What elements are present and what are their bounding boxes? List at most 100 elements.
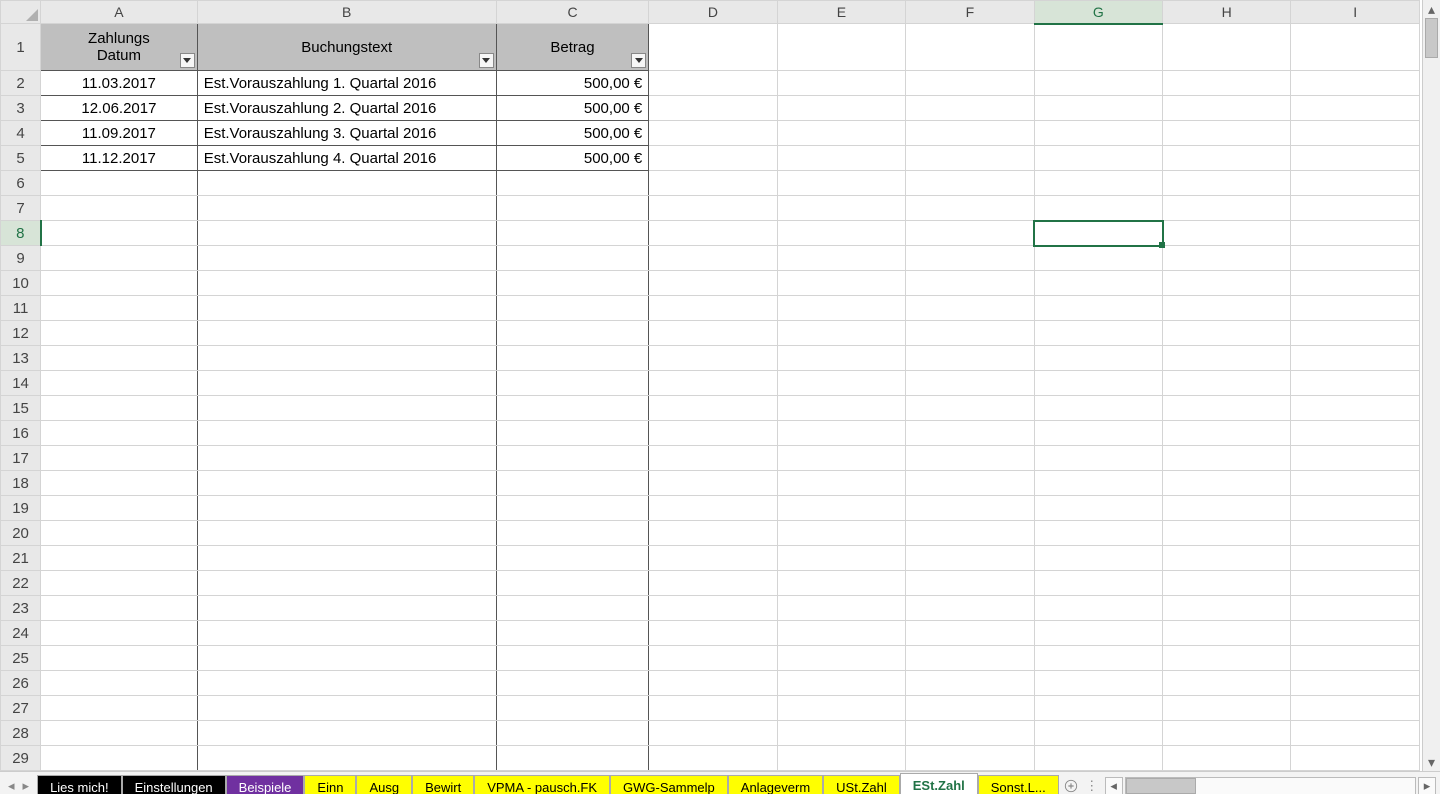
cell-H5[interactable]: [1163, 146, 1291, 171]
row-header-1[interactable]: 1: [1, 24, 41, 71]
cell-E5[interactable]: [777, 146, 905, 171]
cell-F5[interactable]: [906, 146, 1034, 171]
cell-G5[interactable]: [1034, 146, 1162, 171]
cell-A17[interactable]: [41, 446, 198, 471]
cell-H20[interactable]: [1163, 521, 1291, 546]
vertical-scrollbar[interactable]: ▴ ▾: [1422, 0, 1440, 771]
cell-D1[interactable]: [649, 24, 777, 71]
cell-F9[interactable]: [906, 246, 1034, 271]
row-header-21[interactable]: 21: [1, 546, 41, 571]
hscroll-thumb[interactable]: [1126, 778, 1196, 794]
sheet-tab-est-zahl[interactable]: ESt.Zahl: [900, 773, 978, 794]
row-header-16[interactable]: 16: [1, 421, 41, 446]
cell-A26[interactable]: [41, 671, 198, 696]
cell-E7[interactable]: [777, 196, 905, 221]
cell-D26[interactable]: [649, 671, 777, 696]
sheet-tab-einstellungen[interactable]: Einstellungen: [122, 775, 226, 794]
cell-B23[interactable]: [197, 596, 496, 621]
row-header-6[interactable]: 6: [1, 171, 41, 196]
cell-B19[interactable]: [197, 496, 496, 521]
cell-A12[interactable]: [41, 321, 198, 346]
cell-B29[interactable]: [197, 746, 496, 771]
cell-F14[interactable]: [906, 371, 1034, 396]
sheet-tab-bewirt[interactable]: Bewirt: [412, 775, 474, 794]
cell-I23[interactable]: [1291, 596, 1420, 621]
horizontal-scrollbar[interactable]: ◂ ▸: [1101, 772, 1440, 794]
hscroll-left-arrow[interactable]: ◂: [1105, 777, 1123, 794]
cell-E24[interactable]: [777, 621, 905, 646]
cell-A7[interactable]: [41, 196, 198, 221]
cell-D18[interactable]: [649, 471, 777, 496]
row-header-2[interactable]: 2: [1, 71, 41, 96]
cell-D11[interactable]: [649, 296, 777, 321]
cell-D28[interactable]: [649, 721, 777, 746]
row-header-25[interactable]: 25: [1, 646, 41, 671]
cell-H4[interactable]: [1163, 121, 1291, 146]
sheet-tab-lies-mich-[interactable]: Lies mich!: [37, 775, 122, 794]
row-header-17[interactable]: 17: [1, 446, 41, 471]
cell-E8[interactable]: [777, 221, 905, 246]
cell-B12[interactable]: [197, 321, 496, 346]
cell-G2[interactable]: [1034, 71, 1162, 96]
cell-H1[interactable]: [1163, 24, 1291, 71]
sheet-tab-vpma-pausch-fk[interactable]: VPMA - pausch.FK: [474, 775, 610, 794]
cell-D24[interactable]: [649, 621, 777, 646]
cell-I19[interactable]: [1291, 496, 1420, 521]
cell-H21[interactable]: [1163, 546, 1291, 571]
row-header-23[interactable]: 23: [1, 596, 41, 621]
cell-C4[interactable]: 500,00 €: [496, 121, 649, 146]
cell-D12[interactable]: [649, 321, 777, 346]
cell-F20[interactable]: [906, 521, 1034, 546]
cell-D9[interactable]: [649, 246, 777, 271]
cell-C13[interactable]: [496, 346, 649, 371]
cell-E14[interactable]: [777, 371, 905, 396]
cell-B17[interactable]: [197, 446, 496, 471]
cell-F18[interactable]: [906, 471, 1034, 496]
cell-I27[interactable]: [1291, 696, 1420, 721]
cell-A15[interactable]: [41, 396, 198, 421]
cell-A19[interactable]: [41, 496, 198, 521]
cell-H7[interactable]: [1163, 196, 1291, 221]
cell-C25[interactable]: [496, 646, 649, 671]
row-header-8[interactable]: 8: [1, 221, 41, 246]
cell-H23[interactable]: [1163, 596, 1291, 621]
cell-H3[interactable]: [1163, 96, 1291, 121]
cell-I15[interactable]: [1291, 396, 1420, 421]
cell-G26[interactable]: [1034, 671, 1162, 696]
cell-B16[interactable]: [197, 421, 496, 446]
cell-B14[interactable]: [197, 371, 496, 396]
cell-A5[interactable]: 11.12.2017: [41, 146, 198, 171]
cell-A18[interactable]: [41, 471, 198, 496]
sheet-tab-einn[interactable]: Einn: [304, 775, 356, 794]
table-header-amount[interactable]: Betrag: [496, 24, 649, 71]
cell-F13[interactable]: [906, 346, 1034, 371]
tab-nav-next-icon[interactable]: ▸: [23, 778, 30, 794]
cell-G19[interactable]: [1034, 496, 1162, 521]
cell-A22[interactable]: [41, 571, 198, 596]
col-header-H[interactable]: H: [1163, 1, 1291, 24]
cell-G16[interactable]: [1034, 421, 1162, 446]
cell-D14[interactable]: [649, 371, 777, 396]
cell-A9[interactable]: [41, 246, 198, 271]
cell-D8[interactable]: [649, 221, 777, 246]
cell-E18[interactable]: [777, 471, 905, 496]
cell-H24[interactable]: [1163, 621, 1291, 646]
hscroll-track[interactable]: [1125, 777, 1416, 794]
cell-H6[interactable]: [1163, 171, 1291, 196]
cell-A27[interactable]: [41, 696, 198, 721]
cell-E1[interactable]: [777, 24, 905, 71]
select-all-corner[interactable]: [1, 1, 41, 24]
cell-H12[interactable]: [1163, 321, 1291, 346]
cell-B8[interactable]: [197, 221, 496, 246]
row-header-20[interactable]: 20: [1, 521, 41, 546]
cell-E21[interactable]: [777, 546, 905, 571]
cell-F23[interactable]: [906, 596, 1034, 621]
cell-E27[interactable]: [777, 696, 905, 721]
cell-D13[interactable]: [649, 346, 777, 371]
cell-I21[interactable]: [1291, 546, 1420, 571]
filter-button-text[interactable]: [479, 53, 494, 68]
cell-E20[interactable]: [777, 521, 905, 546]
row-header-12[interactable]: 12: [1, 321, 41, 346]
cell-G10[interactable]: [1034, 271, 1162, 296]
scroll-down-arrow[interactable]: ▾: [1423, 753, 1440, 771]
